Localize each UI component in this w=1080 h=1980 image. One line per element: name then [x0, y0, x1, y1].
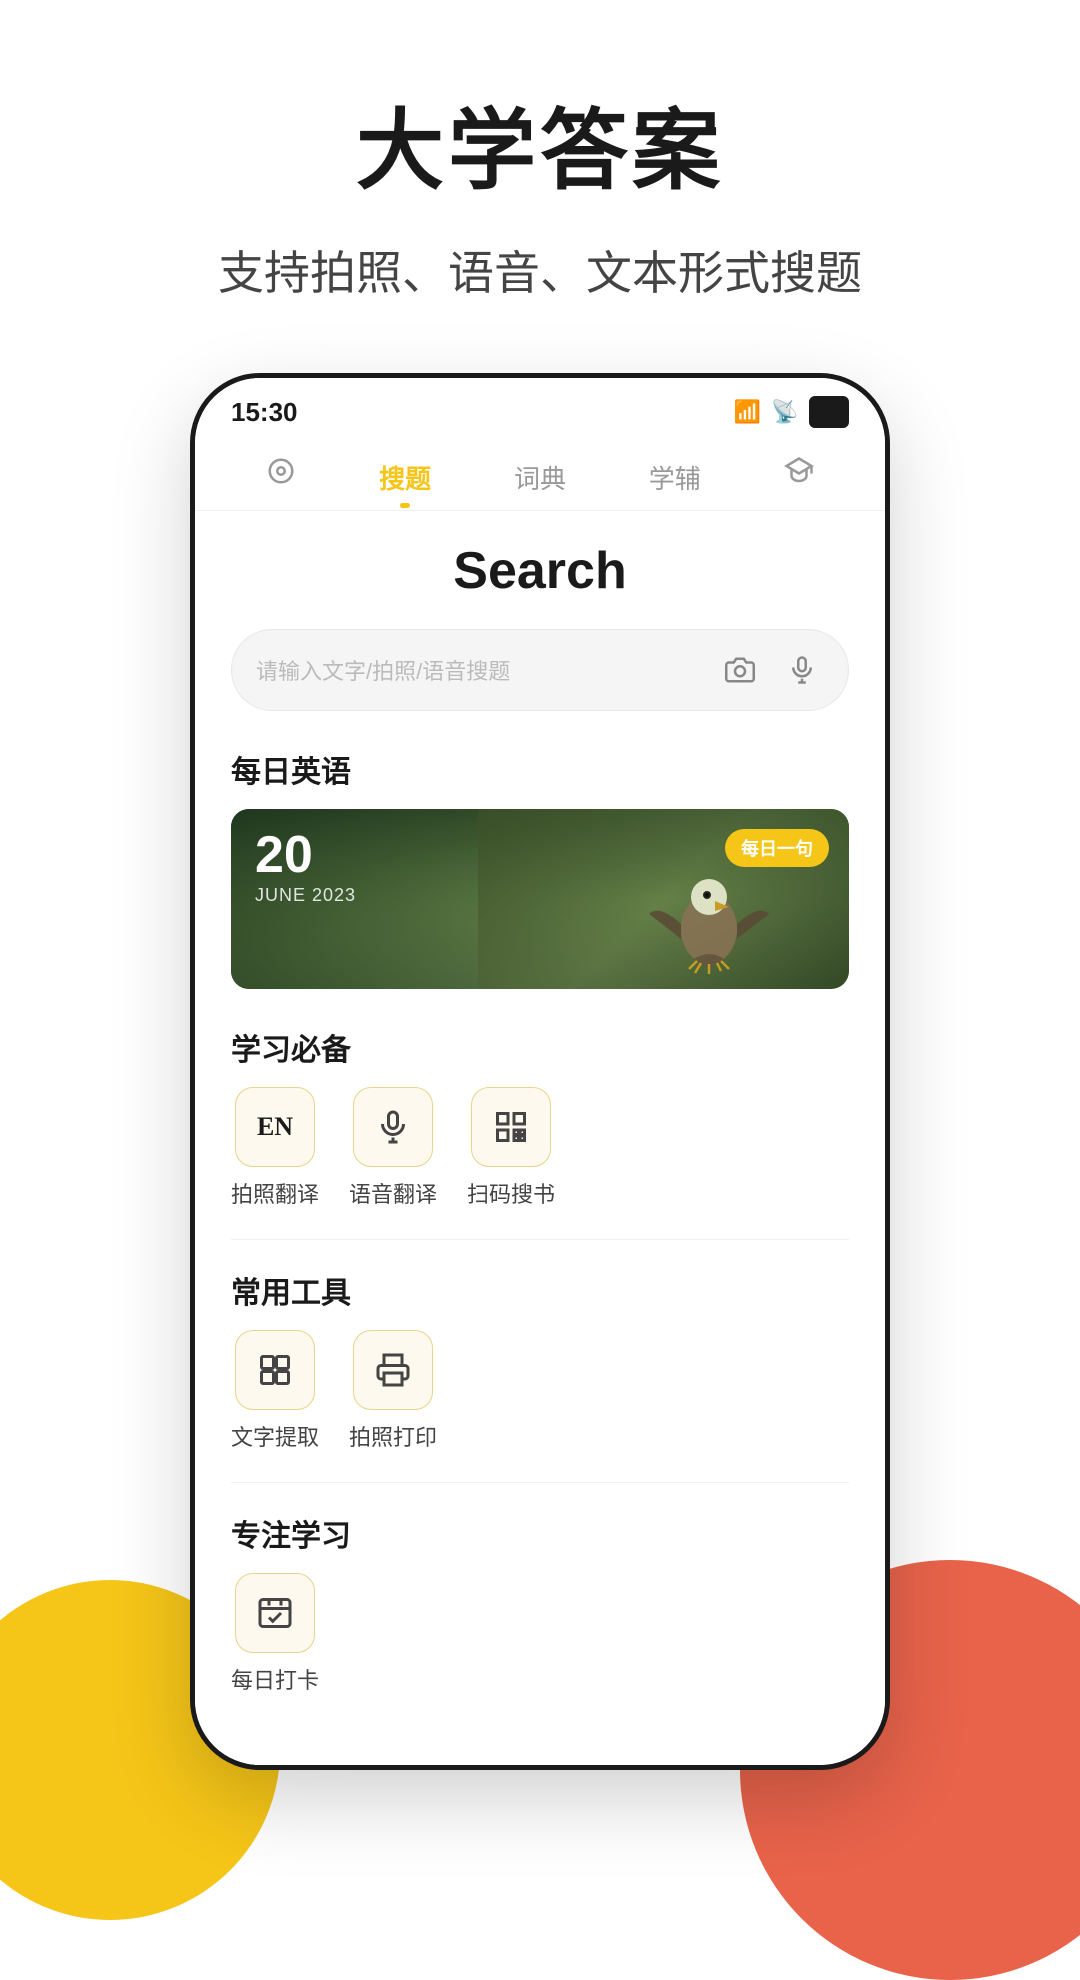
tab-dict[interactable]: 词典: [494, 449, 586, 508]
camera-search-button[interactable]: [718, 648, 762, 692]
voice-translate-label: 语音翻译: [349, 1177, 437, 1209]
scan-search-label: 扫码搜书: [467, 1177, 555, 1209]
search-bar[interactable]: 请输入文字/拍照/语音搜题: [231, 629, 849, 711]
search-input-placeholder: 请输入文字/拍照/语音搜题: [256, 654, 718, 686]
battery-indicator: 57: [809, 396, 849, 428]
divider-1: [231, 1239, 849, 1240]
focus-study-grid: 每日打卡: [231, 1573, 849, 1695]
tab-study-label: 学辅: [649, 459, 701, 496]
status-icons: 📶 📡 57: [734, 396, 849, 428]
tool-photo-translate[interactable]: EN 拍照翻译: [231, 1087, 319, 1209]
text-extract-icon: [257, 1352, 293, 1388]
nav-tabs: 搜题 词典 学辅: [195, 436, 885, 511]
photo-translate-icon-box: EN: [235, 1087, 315, 1167]
checkin-icon: [257, 1595, 293, 1631]
photo-translate-label: 拍照翻译: [231, 1177, 319, 1209]
voice-translate-icon-box: [353, 1087, 433, 1167]
tab-dict-label: 词典: [514, 459, 566, 496]
qr-icon: [493, 1109, 529, 1145]
daily-english-title: 每日英语: [231, 747, 849, 791]
tab-home[interactable]: [246, 446, 316, 510]
mic-icon: [375, 1109, 411, 1145]
focus-study-title: 专注学习: [231, 1511, 849, 1555]
tool-text-extract[interactable]: 文字提取: [231, 1330, 319, 1452]
tool-scan-search[interactable]: 扫码搜书: [467, 1087, 555, 1209]
phone-mockup: 15:30 📶 📡 57 搜题 词典: [190, 373, 890, 1770]
divider-2: [231, 1482, 849, 1483]
daily-checkin-icon-box: [235, 1573, 315, 1653]
tool-photo-print[interactable]: 拍照打印: [349, 1330, 437, 1452]
tool-voice-translate[interactable]: 语音翻译: [349, 1087, 437, 1209]
en-icon: EN: [257, 1112, 293, 1142]
common-tools-grid: 文字提取 拍照打印: [231, 1330, 849, 1452]
tab-study[interactable]: 学辅: [629, 449, 721, 508]
status-bar: 15:30 📶 📡 57: [195, 378, 885, 436]
signal-icon: 📶: [734, 399, 761, 425]
tab-graduation[interactable]: [764, 446, 834, 510]
tab-search[interactable]: 搜题: [359, 449, 451, 508]
printer-icon: [375, 1352, 411, 1388]
common-tools-title: 常用工具: [231, 1268, 849, 1312]
search-heading: Search: [231, 541, 849, 601]
status-time: 15:30: [231, 397, 298, 428]
text-extract-label: 文字提取: [231, 1420, 319, 1452]
home-icon: [266, 456, 296, 494]
app-title: 大学答案: [356, 80, 724, 207]
scan-search-icon-box: [471, 1087, 551, 1167]
mic-search-button[interactable]: [780, 648, 824, 692]
phone-content: Search 请输入文字/拍照/语音搜题: [195, 511, 885, 1765]
learning-tools-grid: EN 拍照翻译 语音翻译: [231, 1087, 849, 1209]
photo-print-label: 拍照打印: [349, 1420, 437, 1452]
wifi-icon: 📡: [771, 399, 798, 425]
graduation-icon: [784, 456, 814, 494]
text-extract-icon-box: [235, 1330, 315, 1410]
tab-search-label: 搜题: [379, 459, 431, 496]
photo-print-icon-box: [353, 1330, 433, 1410]
daily-checkin-label: 每日打卡: [231, 1663, 319, 1695]
tool-daily-checkin[interactable]: 每日打卡: [231, 1573, 319, 1695]
learning-tools-title: 学习必备: [231, 1025, 849, 1069]
search-bar-icons: [718, 648, 824, 692]
app-subtitle: 支持拍照、语音、文本形式搜题: [218, 237, 862, 303]
eagle-illustration: [629, 849, 789, 979]
daily-english-card[interactable]: 20 JUNE 2023 每日一句: [231, 809, 849, 989]
